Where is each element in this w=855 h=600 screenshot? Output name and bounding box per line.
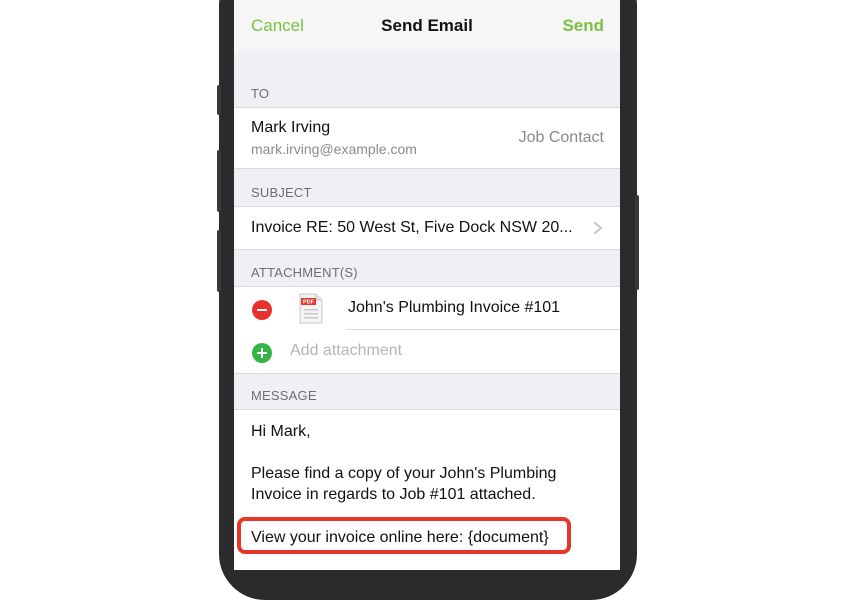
message-greeting: Hi Mark,: [251, 423, 311, 440]
message-section-label: MESSAGE: [251, 388, 317, 403]
send-button[interactable]: Send: [562, 16, 604, 36]
send-email-screen: Cancel Send Email Send TO Mark Irving ma…: [234, 0, 620, 570]
recipient-cell[interactable]: Mark Irving mark.irving@example.com Job …: [234, 107, 620, 169]
subject-cell[interactable]: Invoice RE: 50 West St, Five Dock NSW 20…: [234, 206, 620, 250]
recipient-role: Job Contact: [518, 129, 604, 146]
to-section-label: TO: [251, 86, 270, 101]
navigation-bar: Cancel Send Email Send: [234, 0, 620, 52]
add-attachment-button[interactable]: [252, 343, 272, 363]
attachment-name[interactable]: John's Plumbing Invoice #101: [348, 299, 560, 317]
attachment-divider: [346, 329, 620, 330]
phone-volume-down-button: [217, 230, 221, 292]
phone-volume-up-button: [217, 150, 221, 212]
pdf-badge-text: PDF: [303, 300, 315, 306]
remove-attachment-button[interactable]: [252, 300, 272, 320]
phone-power-button: [635, 195, 639, 290]
chevron-right-icon: [594, 222, 602, 234]
recipient-email: mark.irving@example.com: [251, 141, 417, 157]
phone-side-button: [217, 85, 221, 115]
message-body-line: Please find a copy of your John's Plumbi…: [251, 465, 557, 482]
subject-value: Invoice RE: 50 West St, Five Dock NSW 20…: [251, 219, 573, 236]
pdf-file-icon: PDF: [299, 293, 323, 324]
add-attachment-label[interactable]: Add attachment: [290, 342, 402, 360]
highlight-annotation: [237, 517, 571, 554]
subject-section-label: SUBJECT: [251, 185, 312, 200]
attachments-section-label: ATTACHMENT(S): [251, 265, 358, 280]
message-body-line: Invoice in regards to Job #101 attached.: [251, 486, 536, 503]
recipient-name: Mark Irving: [251, 119, 331, 136]
attachments-cell: PDF John's Plumbing Invoice #101 Add att…: [234, 286, 620, 374]
